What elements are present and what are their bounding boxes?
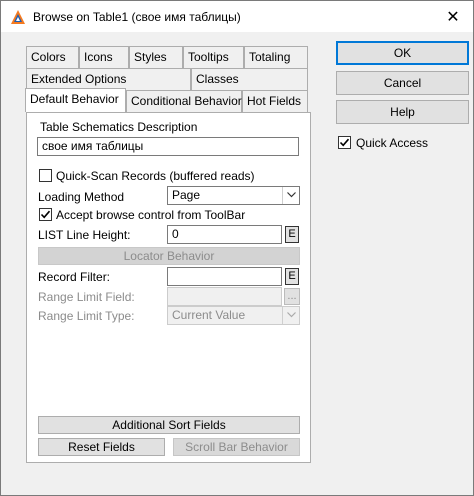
- list-line-height-input[interactable]: 0: [167, 225, 282, 244]
- quick-access-label: Quick Access: [356, 136, 429, 150]
- range-limit-type-value: Current Value: [172, 308, 246, 322]
- tab-label: Colors: [31, 50, 66, 64]
- list-line-height-e-button[interactable]: E: [285, 226, 299, 243]
- tab-label: Styles: [134, 50, 167, 64]
- close-icon[interactable]: ✕: [433, 1, 473, 32]
- tab-label: Icons: [84, 50, 113, 64]
- tab-totaling[interactable]: Totaling: [244, 46, 308, 68]
- tab-tooltips[interactable]: Tooltips: [183, 46, 244, 68]
- quick-access-checkbox[interactable]: [338, 136, 351, 149]
- title-bar: Browse on Table1 (свое имя таблицы) ✕: [1, 1, 473, 32]
- browse-dialog-window: Browse on Table1 (свое имя таблицы) ✕ Co…: [0, 0, 474, 496]
- locator-behavior-button[interactable]: Locator Behavior: [38, 247, 300, 265]
- tab-conditional-behavior[interactable]: Conditional Behavior: [126, 90, 242, 112]
- quick-scan-label: Quick-Scan Records (buffered reads): [56, 169, 255, 183]
- clarion-app-icon: [10, 9, 26, 25]
- record-filter-e-button[interactable]: E: [285, 268, 299, 285]
- tab-default-behavior[interactable]: Default Behavior: [25, 88, 126, 112]
- accept-browse-checkbox[interactable]: [39, 208, 52, 221]
- help-button[interactable]: Help: [336, 100, 469, 124]
- tab-label: Classes: [196, 72, 239, 86]
- checkmark-icon: [40, 210, 51, 219]
- reset-fields-button[interactable]: Reset Fields: [38, 438, 165, 456]
- tab-icons[interactable]: Icons: [79, 46, 129, 68]
- tab-label: Extended Options: [31, 72, 127, 86]
- record-filter-input[interactable]: [167, 267, 282, 286]
- quick-scan-checkbox[interactable]: [39, 169, 52, 182]
- window-title: Browse on Table1 (свое имя таблицы): [33, 10, 241, 24]
- tab-extended-options[interactable]: Extended Options: [26, 68, 191, 90]
- description-field[interactable]: свое имя таблицы: [37, 137, 299, 156]
- range-limit-type-label: Range Limit Type:: [38, 309, 135, 323]
- chevron-down-icon[interactable]: [282, 187, 299, 204]
- range-limit-field-input[interactable]: [167, 287, 282, 306]
- tab-label: Tooltips: [188, 50, 229, 64]
- table-schematics-label: Table Schematics Description: [39, 120, 199, 134]
- additional-sort-fields-button[interactable]: Additional Sort Fields: [38, 416, 300, 434]
- loading-method-label: Loading Method: [38, 190, 125, 204]
- cancel-button[interactable]: Cancel: [336, 71, 469, 95]
- tab-colors[interactable]: Colors: [26, 46, 79, 68]
- loading-method-select[interactable]: Page: [167, 186, 300, 205]
- tab-label: Totaling: [249, 50, 291, 64]
- scroll-bar-behavior-button[interactable]: Scroll Bar Behavior: [173, 438, 300, 456]
- accept-browse-label: Accept browse control from ToolBar: [56, 208, 246, 222]
- tab-label: Conditional Behavior: [131, 94, 242, 108]
- tab-hot-fields[interactable]: Hot Fields: [242, 90, 308, 112]
- loading-method-value: Page: [172, 188, 201, 202]
- range-limit-ellipsis-button[interactable]: ...: [284, 288, 300, 305]
- record-filter-label: Record Filter:: [38, 270, 111, 284]
- list-line-height-label: LIST Line Height:: [38, 228, 131, 242]
- ok-button[interactable]: OK: [336, 41, 469, 65]
- chevron-down-icon[interactable]: [282, 307, 299, 324]
- checkmark-icon: [339, 138, 350, 147]
- tab-label: Default Behavior: [30, 92, 119, 106]
- range-limit-type-select[interactable]: Current Value: [167, 306, 300, 325]
- tab-label: Hot Fields: [247, 94, 302, 108]
- range-limit-field-label: Range Limit Field:: [38, 290, 135, 304]
- tab-classes[interactable]: Classes: [191, 68, 308, 90]
- tab-styles[interactable]: Styles: [129, 46, 183, 68]
